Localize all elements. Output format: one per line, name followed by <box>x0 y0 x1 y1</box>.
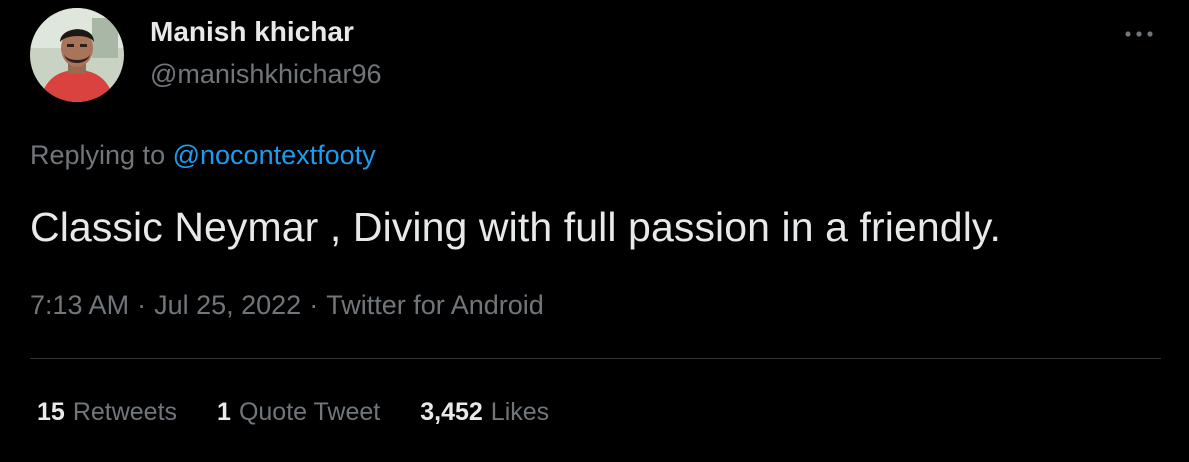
author-handle[interactable]: @manishkhichar96 <box>150 59 382 90</box>
retweets-label: Retweets <box>72 398 178 426</box>
tweet-source[interactable]: Twitter for Android <box>326 290 544 320</box>
user-avatar-photo-icon <box>30 8 124 102</box>
retweets-stat[interactable]: 15 Retweets <box>37 398 177 427</box>
more-options-button[interactable] <box>1122 22 1156 46</box>
likes-stat[interactable]: 3,452 Likes <box>420 398 549 427</box>
tweet-metadata: 7:13 AM · Jul 25, 2022 · Twitter for Android <box>30 290 544 321</box>
likes-count: 3,452 <box>420 398 483 426</box>
tweet-date[interactable]: Jul 25, 2022 <box>154 290 301 320</box>
author-display-name[interactable]: Manish khichar <box>150 16 354 48</box>
meta-separator: · <box>309 290 319 320</box>
meta-separator: · <box>137 290 147 320</box>
likes-label: Likes <box>490 398 550 426</box>
quote-tweets-label: Quote Tweet <box>238 398 381 426</box>
reply-mention-link[interactable]: @nocontextfooty <box>173 140 376 170</box>
quote-tweets-stat[interactable]: 1 Quote Tweet <box>217 398 380 427</box>
more-options-icon <box>1125 31 1153 37</box>
divider <box>30 358 1161 359</box>
replying-to-line: Replying to @nocontextfooty <box>30 140 376 171</box>
quote-tweets-count: 1 <box>217 398 231 426</box>
tweet-time[interactable]: 7:13 AM <box>30 290 129 320</box>
engagement-stats: 15 Retweets 1 Quote Tweet 3,452 Likes <box>37 398 549 427</box>
avatar[interactable] <box>30 8 124 102</box>
retweets-count: 15 <box>37 398 65 426</box>
tweet-text: Classic Neymar , Diving with full passio… <box>30 204 1001 250</box>
replying-to-label: Replying to <box>30 140 166 170</box>
